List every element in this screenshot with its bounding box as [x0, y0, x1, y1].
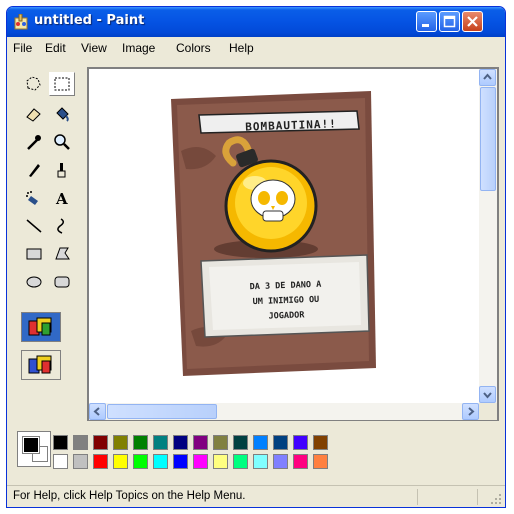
color-swatch[interactable] — [113, 435, 128, 450]
bomb-card-image: BOMBAUTINA!! DA 3 DE DANO A UM INIMIGO O… — [171, 91, 376, 376]
minimize-icon — [422, 24, 429, 27]
scroll-right-button[interactable] — [462, 403, 479, 420]
card-description: DA 3 DE DANO A UM INIMIGO OU JOGADOR — [210, 276, 361, 326]
color-swatch[interactable] — [253, 435, 268, 450]
color-swatch[interactable] — [113, 454, 128, 469]
color-swatch[interactable] — [133, 454, 148, 469]
scroll-down-button[interactable] — [479, 386, 496, 403]
title-bar[interactable]: untitled - Paint — [7, 7, 505, 37]
color-swatch[interactable] — [173, 454, 188, 469]
horizontal-scrollbar[interactable] — [89, 403, 479, 420]
fill-option-opaque[interactable] — [21, 350, 61, 380]
svg-text:A: A — [55, 190, 68, 208]
window-title: untitled - Paint — [34, 13, 145, 28]
scroll-corner — [479, 403, 497, 420]
color-swatch[interactable] — [53, 454, 68, 469]
color-picker-icon[interactable] — [21, 130, 47, 154]
maximize-button[interactable] — [439, 11, 460, 32]
menu-bar: File Edit View Image Colors Help — [7, 37, 505, 59]
close-button[interactable] — [462, 11, 483, 32]
color-swatch[interactable] — [293, 454, 308, 469]
menu-file[interactable]: File — [13, 41, 32, 55]
color-swatch[interactable] — [173, 435, 188, 450]
scroll-up-button[interactable] — [479, 69, 496, 86]
color-swatch[interactable] — [73, 454, 88, 469]
curve-icon[interactable] — [49, 214, 75, 238]
color-swatch[interactable] — [313, 435, 328, 450]
rounded-rectangle-icon[interactable] — [49, 270, 75, 294]
color-swatch[interactable] — [133, 435, 148, 450]
status-separator — [477, 489, 478, 505]
vertical-scroll-thumb[interactable] — [480, 87, 496, 191]
color-swatch[interactable] — [93, 435, 108, 450]
color-swatch[interactable] — [153, 435, 168, 450]
scroll-left-button[interactable] — [89, 403, 106, 420]
menu-help[interactable]: Help — [229, 41, 254, 55]
fill-bucket-icon[interactable] — [49, 102, 75, 126]
line-icon[interactable] — [21, 214, 47, 238]
menu-image[interactable]: Image — [122, 41, 155, 55]
paint-window: untitled - Paint File Edit View Image Co… — [6, 6, 506, 508]
chevron-down-icon — [483, 392, 492, 399]
minimize-button[interactable] — [416, 11, 437, 32]
color-swatch[interactable] — [213, 454, 228, 469]
shapes-option-icon — [28, 317, 52, 336]
color-swatch[interactable] — [193, 435, 208, 450]
foreground-color-swatch[interactable] — [22, 436, 40, 454]
color-box — [7, 425, 505, 481]
polygon-icon[interactable] — [49, 242, 75, 266]
shapes-option-icon — [28, 355, 52, 374]
status-separator — [417, 489, 418, 505]
paint-app-icon — [14, 14, 28, 30]
color-swatch[interactable] — [233, 454, 248, 469]
magnifier-icon[interactable] — [49, 130, 75, 154]
rectangle-icon[interactable] — [21, 242, 47, 266]
chevron-up-icon — [483, 73, 492, 80]
free-form-select-icon[interactable] — [21, 72, 47, 96]
status-text: For Help, click Help Topics on the Help … — [13, 490, 246, 502]
airbrush-icon[interactable] — [21, 186, 47, 210]
vertical-scrollbar[interactable] — [479, 69, 497, 403]
current-colors[interactable] — [17, 431, 51, 467]
color-swatch[interactable] — [213, 435, 228, 450]
color-swatch[interactable] — [73, 435, 88, 450]
chevron-left-icon — [93, 407, 100, 416]
menu-edit[interactable]: Edit — [45, 41, 66, 55]
color-swatch[interactable] — [93, 454, 108, 469]
color-swatch[interactable] — [53, 435, 68, 450]
tool-box: A — [11, 67, 79, 407]
color-swatch[interactable] — [193, 454, 208, 469]
menu-view[interactable]: View — [81, 41, 107, 55]
color-swatch[interactable] — [293, 435, 308, 450]
pencil-icon[interactable] — [21, 158, 47, 182]
color-swatch[interactable] — [273, 454, 288, 469]
bomb-card-art — [171, 91, 376, 376]
rect-select-icon[interactable] — [49, 72, 75, 96]
color-swatch[interactable] — [253, 454, 268, 469]
status-bar: For Help, click Help Topics on the Help … — [7, 485, 505, 507]
fill-option-transparent[interactable] — [21, 312, 61, 342]
brush-icon[interactable] — [49, 158, 75, 182]
color-swatch[interactable] — [153, 454, 168, 469]
menu-colors[interactable]: Colors — [176, 41, 211, 55]
text-icon[interactable]: A — [49, 186, 75, 210]
eraser-icon[interactable] — [21, 102, 47, 126]
ellipse-icon[interactable] — [21, 270, 47, 294]
horizontal-scroll-thumb[interactable] — [107, 404, 217, 419]
drawing-canvas[interactable]: BOMBAUTINA!! DA 3 DE DANO A UM INIMIGO O… — [89, 69, 479, 403]
chevron-right-icon — [468, 407, 475, 416]
maximize-icon — [443, 15, 456, 28]
resize-grip-icon[interactable] — [490, 493, 502, 505]
color-swatch[interactable] — [233, 435, 248, 450]
color-swatch[interactable] — [313, 454, 328, 469]
close-icon — [467, 16, 478, 27]
color-swatch[interactable] — [273, 435, 288, 450]
